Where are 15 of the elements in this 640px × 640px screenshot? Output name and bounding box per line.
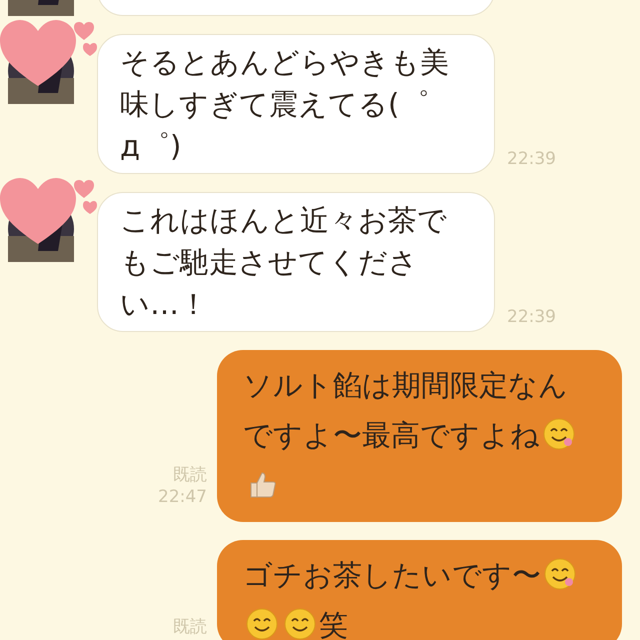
read-receipt: 既読 [173,616,207,638]
message-text: そるとあんどらやきも美味しすぎて震えてる(゜д゜) [120,45,449,163]
smiling-face-icon [543,557,577,591]
message-text: これはほんと近々お茶でもご馳走させてください…！ [120,203,447,321]
smiling-face-icon [542,417,576,451]
read-receipt: 既読 [173,464,207,486]
message-text: 笑 [319,608,348,640]
smiling-face-icon [245,607,279,640]
message-time: 22:39 [507,306,556,328]
message-text: ゴチお茶したいです〜 [243,558,541,592]
message-text: ですよ〜最高ですよね [243,418,540,452]
message-text: ソルト餡は期間限定なん [243,368,568,402]
message-time: 22:47 [158,486,207,508]
smiling-face-icon [283,607,317,640]
message-time: 22:39 [507,148,556,170]
